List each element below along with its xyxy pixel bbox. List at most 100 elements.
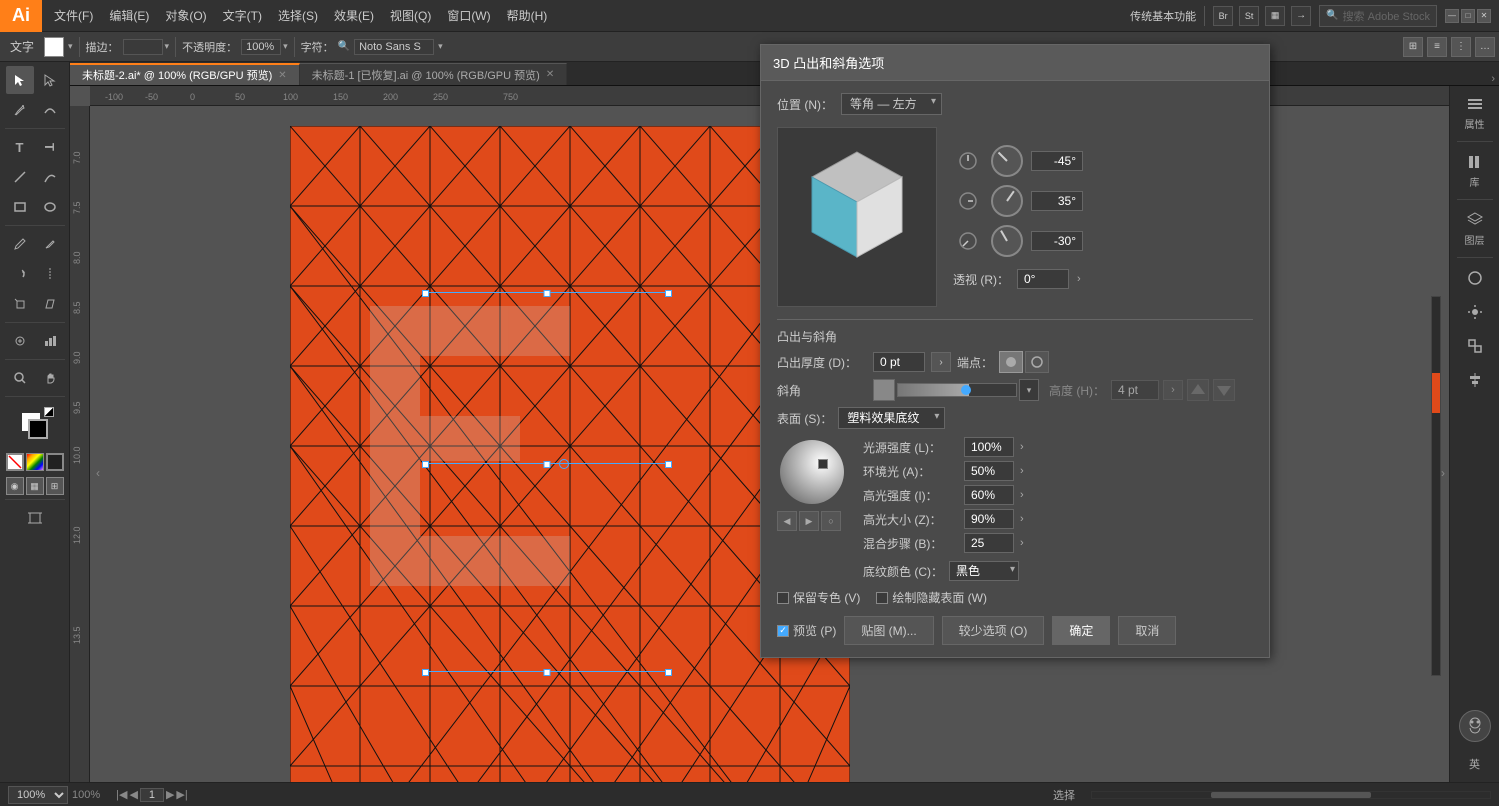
menu-text[interactable]: 文字(T) (215, 3, 270, 28)
bevel-type-btn[interactable]: ▾ (1019, 379, 1039, 401)
stock-btn[interactable]: St (1239, 6, 1259, 26)
h-scrollbar[interactable] (1091, 791, 1491, 799)
ball-icon-3[interactable]: ○ (821, 511, 841, 531)
page-next[interactable]: ▶ (166, 788, 174, 801)
sun-panel-btn[interactable] (1450, 298, 1499, 326)
perspective-input[interactable] (1017, 269, 1069, 289)
page-input[interactable] (140, 788, 164, 802)
angle-dial-3[interactable] (991, 225, 1023, 257)
handle-2a[interactable] (422, 461, 429, 468)
swap-colors-btn[interactable] (44, 407, 54, 417)
ball-icon-2[interactable]: ▶ (799, 511, 819, 531)
font-arrow[interactable]: ▾ (438, 41, 443, 52)
type-tool[interactable]: T (6, 133, 34, 161)
menu-select[interactable]: 选择(S) (270, 3, 326, 28)
curvature-tool[interactable] (36, 96, 64, 124)
line-tool[interactable] (6, 163, 34, 191)
search-box[interactable]: 🔍 搜索 Adobe Stock (1319, 5, 1437, 27)
preserve-checkbox-label[interactable]: 保留专色 (V) (777, 589, 860, 606)
lang-btn[interactable]: 英 (1450, 752, 1499, 776)
gradient-btn[interactable] (26, 453, 44, 471)
type-vertical-tool[interactable]: T (36, 133, 64, 161)
menu-help[interactable]: 帮助(H) (499, 3, 556, 28)
highlight-size-input[interactable] (964, 509, 1014, 529)
page-prev[interactable]: ◀ (129, 788, 137, 801)
library-panel-btn[interactable]: 库 (1450, 148, 1499, 193)
angle-dial-2[interactable] (991, 185, 1023, 217)
lighting-ball[interactable] (780, 440, 844, 504)
opacity-area[interactable]: ▾ (241, 39, 288, 55)
artboard-tool[interactable] (21, 504, 49, 532)
extrude-depth-increase[interactable]: › (931, 352, 951, 372)
paint-brush-tool[interactable] (6, 230, 34, 258)
ambient-arrow[interactable]: › (1020, 465, 1024, 477)
arc-tool[interactable] (36, 163, 64, 191)
transform-panel-btn[interactable] (1450, 332, 1499, 360)
preview-checkbox-label[interactable]: ✓ 预览 (P) (777, 622, 836, 639)
fewer-options-button[interactable]: 较少选项 (O) (942, 616, 1045, 645)
fill-color-area[interactable]: ▾ (44, 37, 73, 57)
menu-window[interactable]: 窗口(W) (439, 3, 498, 28)
handle-2d[interactable] (665, 461, 672, 468)
color-panel-btn[interactable] (1450, 264, 1499, 292)
fill-swatch[interactable] (44, 37, 64, 57)
cap-btn-round[interactable] (999, 351, 1023, 373)
blend-steps-arrow[interactable]: › (1020, 537, 1024, 549)
ambient-input[interactable] (964, 461, 1014, 481)
menu-object[interactable]: 对象(O) (157, 3, 214, 28)
light-intensity-arrow[interactable]: › (1020, 441, 1024, 453)
pattern-mode-btn[interactable]: ⊞ (46, 477, 64, 495)
menu-edit[interactable]: 编辑(E) (101, 3, 157, 28)
scale-tool[interactable] (6, 290, 34, 318)
draw-hidden-checkbox-label[interactable]: 绘制隐藏表面 (W) (876, 589, 987, 606)
reflect-tool[interactable] (36, 260, 64, 288)
bridge-btn[interactable]: Br (1213, 6, 1233, 26)
properties-panel-btn[interactable]: 属性 (1450, 90, 1499, 135)
texture-color-select[interactable]: 黑色 白色 自定 (949, 561, 1019, 581)
tab-0[interactable]: 未标题-2.ai* @ 100% (RGB/GPU 预览) ✕ (70, 63, 300, 85)
chart-tool[interactable] (36, 327, 64, 355)
angle-input-3[interactable] (1031, 231, 1083, 251)
highlight-size-arrow[interactable]: › (1020, 513, 1024, 525)
hand-tool[interactable] (36, 364, 64, 392)
light-intensity-input[interactable] (964, 437, 1014, 457)
angle-input-1[interactable] (1031, 151, 1083, 171)
color-mode-btn[interactable]: ◉ (6, 477, 24, 495)
no-fill-btn[interactable] (6, 453, 24, 471)
stroke-arrow[interactable]: ▾ (165, 41, 170, 52)
handle-1b[interactable] (544, 290, 551, 297)
tab-close-1[interactable]: ✕ (546, 69, 554, 80)
maximize-btn[interactable]: □ (1461, 9, 1475, 23)
extrude-depth-input[interactable] (873, 352, 925, 372)
preview-checkbox[interactable]: ✓ (777, 625, 789, 637)
font-area[interactable]: 🔍 ▾ (338, 39, 443, 55)
shear-tool[interactable] (36, 290, 64, 318)
grid-view-btn[interactable]: ⊞ (1403, 37, 1423, 57)
layers-panel-btn[interactable]: 图层 (1450, 206, 1499, 251)
preserve-checkbox[interactable] (777, 592, 789, 604)
pencil-tool[interactable] (36, 230, 64, 258)
scroll-thumb[interactable] (1432, 373, 1440, 413)
opacity-input[interactable] (241, 39, 281, 55)
font-input[interactable] (354, 39, 434, 55)
blend-steps-input[interactable] (964, 533, 1014, 553)
mascot-btn[interactable] (1450, 706, 1499, 746)
handle-2b[interactable] (544, 461, 551, 468)
menu-effect[interactable]: 效果(E) (326, 3, 382, 28)
stroke-color-swatch[interactable] (28, 419, 48, 439)
angle-dial-1[interactable] (991, 145, 1023, 177)
select-tool[interactable] (6, 66, 34, 94)
handle-1c[interactable] (665, 290, 672, 297)
handle-3c[interactable] (665, 669, 672, 676)
ellipse-tool[interactable] (36, 193, 64, 221)
close-btn[interactable]: ✕ (1477, 9, 1491, 23)
ball-handle[interactable] (818, 459, 828, 469)
handle-1a[interactable] (422, 290, 429, 297)
bevel-slider[interactable] (897, 383, 1017, 397)
gradient-mode-btn[interactable]: ▦ (26, 477, 44, 495)
pen-tool[interactable] (6, 96, 34, 124)
minimize-btn[interactable]: — (1445, 9, 1459, 23)
surface-select[interactable]: 塑料效果底纹 扩散底纹 无底纹 线框 (838, 407, 945, 429)
handle-3b[interactable] (544, 669, 551, 676)
ball-icon-1[interactable]: ◀ (777, 511, 797, 531)
